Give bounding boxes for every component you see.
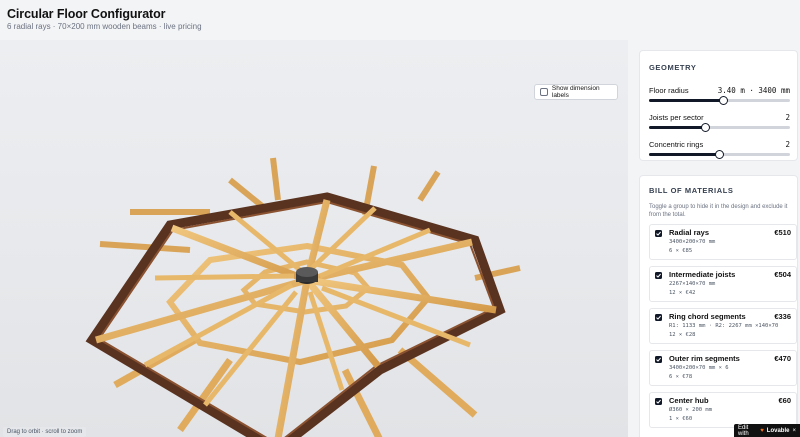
bom-item-name: Radial rays	[669, 228, 710, 237]
bom-item-qty: 12 × €42	[669, 290, 696, 296]
header: Circular Floor Configurator 6 radial ray…	[0, 0, 800, 42]
bom-item-spec: Ø360 × 200 mm	[669, 407, 713, 413]
page-subtitle: 6 radial rays · 70×200 mm wooden beams ·…	[7, 22, 202, 31]
floor-radius-slider[interactable]	[649, 96, 790, 105]
rings-slider-row: Concentric rings 2	[649, 140, 790, 162]
rings-label: Concentric rings	[649, 140, 704, 149]
geometry-card: GEOMETRY Floor radius 3.40 m · 3400 mm J…	[639, 50, 798, 161]
floor-radius-fill	[649, 99, 724, 102]
bom-item-price: €60	[778, 396, 791, 405]
bom-title: BILL OF MATERIALS	[649, 186, 734, 195]
bom-item-spec: 2267×140×70 mm	[669, 281, 716, 287]
3d-viewport[interactable]: Show dimension labels	[0, 40, 628, 437]
sidebar: GEOMETRY Floor radius 3.40 m · 3400 mm J…	[628, 40, 800, 437]
bom-item-spec: 3400×200×70 mm	[669, 239, 716, 245]
bom-item-qty: 1 × €60	[669, 416, 693, 422]
rings-thumb[interactable]	[715, 150, 724, 159]
bom-item-radial-rays[interactable]: Radial rays €510 3400×200×70 mm 6 × €85	[649, 224, 797, 260]
bom-item-qty: 12 × €28	[669, 332, 696, 338]
outer-rim-checkbox[interactable]	[655, 356, 662, 363]
dimension-labels-toggle[interactable]: Show dimension labels	[534, 84, 618, 100]
bom-item-spec: R1: 1133 mm · R2: 2267 mm ×140×70	[669, 323, 779, 329]
badge-prefix: Edit with	[738, 424, 749, 437]
page-title: Circular Floor Configurator	[7, 7, 166, 21]
intermediate-joists-checkbox[interactable]	[655, 272, 662, 279]
radial-rays	[95, 199, 497, 437]
floor-radius-label: Floor radius	[649, 86, 689, 95]
floor-radius-thumb[interactable]	[719, 96, 729, 105]
bom-item-outer-rim-segments[interactable]: Outer rim segments €470 3400×200×70 mm ×…	[649, 350, 797, 386]
bom-item-price: €504	[774, 270, 791, 279]
bill-of-materials-card: BILL OF MATERIALS Toggle a group to hide…	[639, 175, 798, 437]
bom-item-center-hub[interactable]: Center hub €60 Ø360 × 200 mm 1 × €60	[649, 392, 797, 428]
joists-slider[interactable]	[649, 123, 790, 132]
dimension-labels-label: Show dimension labels	[551, 85, 600, 99]
edit-with-lovable-badge[interactable]: Edit with ♥ Lovable ×	[734, 424, 800, 437]
bom-item-name: Center hub	[669, 396, 709, 405]
floor-model[interactable]	[0, 40, 628, 437]
geometry-title: GEOMETRY	[649, 63, 697, 72]
bom-item-qty: 6 × €85	[669, 248, 693, 254]
bom-item-name: Outer rim segments	[669, 354, 740, 363]
joists-slider-row: Joists per sector 2	[649, 113, 790, 135]
rings-value: 2	[785, 140, 790, 149]
dimension-labels-checkbox[interactable]	[540, 88, 548, 96]
bom-item-name: Ring chord segments	[669, 312, 746, 321]
orbit-hint: Drag to orbit · scroll to zoom	[3, 427, 87, 437]
bom-item-price: €336	[774, 312, 791, 321]
floor-radius-slider-row: Floor radius 3.40 m · 3400 mm	[649, 86, 790, 108]
bom-description: Toggle a group to hide it in the design …	[649, 204, 788, 218]
joists-thumb[interactable]	[700, 123, 710, 132]
radial-rays-checkbox[interactable]	[655, 230, 662, 237]
outer-rim	[85, 192, 506, 437]
joists-value: 2	[785, 113, 790, 122]
lovable-heart-icon: ♥	[760, 427, 764, 434]
center-hub-checkbox[interactable]	[655, 398, 662, 405]
bom-item-ring-chord-segments[interactable]: Ring chord segments €336 R1: 1133 mm · R…	[649, 308, 797, 344]
bom-item-price: €470	[774, 354, 791, 363]
badge-brand: Lovable	[766, 427, 790, 434]
close-icon[interactable]: ×	[792, 428, 796, 434]
floor-radius-value: 3.40 m · 3400 mm	[717, 86, 790, 95]
rings-slider[interactable]	[649, 150, 790, 159]
rings-fill	[649, 153, 720, 156]
bom-item-spec: 3400×200×70 mm × 6	[669, 365, 729, 371]
joists-label: Joists per sector	[649, 113, 704, 122]
ring-chord-checkbox[interactable]	[655, 314, 662, 321]
bom-item-price: €510	[774, 228, 791, 237]
bom-item-name: Intermediate joists	[669, 270, 736, 279]
bom-item-qty: 6 × €78	[669, 374, 693, 380]
bom-item-intermediate-joists[interactable]: Intermediate joists €504 2267×140×70 mm …	[649, 266, 797, 302]
joists-fill	[649, 126, 706, 129]
